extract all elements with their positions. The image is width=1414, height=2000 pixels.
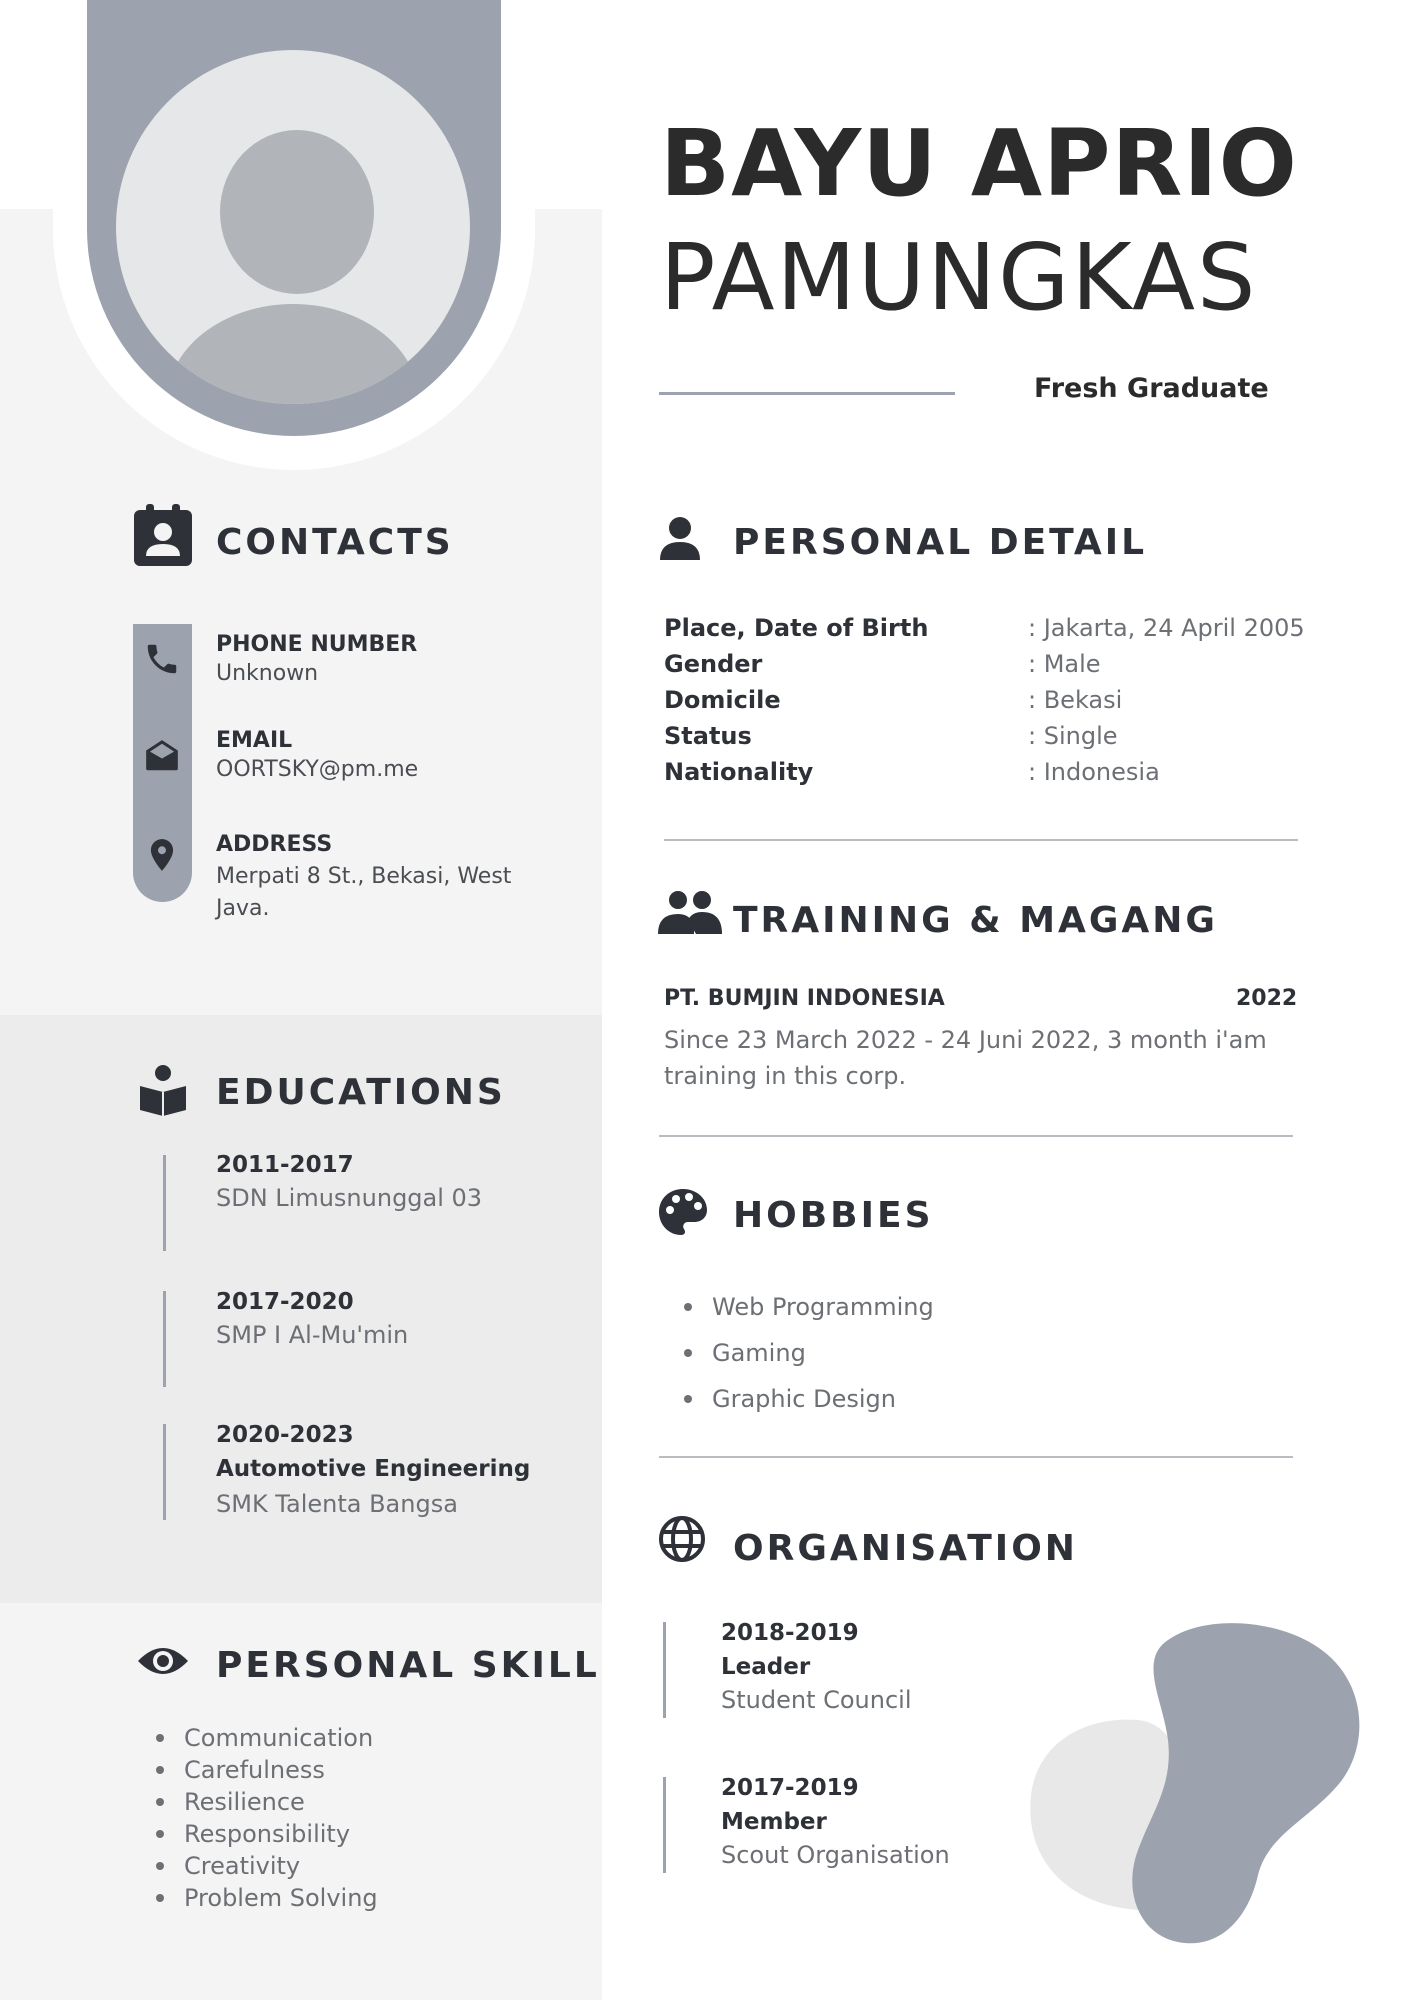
education-years: 2017-2020 — [216, 1289, 354, 1315]
detail-value: : Male — [1028, 650, 1101, 678]
timeline-line — [663, 1777, 666, 1873]
avatar-body-icon — [166, 304, 420, 404]
organisation-role: Member — [721, 1809, 827, 1835]
education-years: 2011-2017 — [216, 1152, 354, 1178]
training-company: PT. BUMJIN INDONESIA — [664, 986, 945, 1011]
first-name: BAYU APRIO — [660, 110, 1298, 217]
organisation-role: Leader — [721, 1654, 811, 1680]
globe-icon — [658, 1515, 706, 1563]
user-icon — [658, 516, 702, 560]
list-item: Creativity — [156, 1850, 378, 1882]
list-item: Web Programming — [684, 1284, 934, 1330]
organisation-name: Student Council — [721, 1686, 912, 1714]
phone-icon — [143, 640, 181, 678]
section-divider — [664, 839, 1298, 841]
contact-phone: PHONE NUMBER Unknown — [216, 632, 546, 686]
detail-key: Status — [664, 722, 752, 750]
educations-title: EDUCATIONS — [216, 1072, 506, 1113]
table-row: Gender : Male — [664, 646, 1305, 682]
users-icon — [658, 890, 722, 934]
list-item: Resilience — [156, 1786, 378, 1818]
contacts-title: CONTACTS — [216, 522, 454, 563]
job-title: Fresh Graduate — [1034, 373, 1269, 404]
contact-address: ADDRESS Merpati 8 St., Bekasi, West Java… — [216, 832, 526, 925]
contact-email: EMAIL OORTSKY@pm.me — [216, 728, 546, 782]
calendar-contact-icon — [134, 504, 192, 566]
education-school: SMP I Al-Mu'min — [216, 1321, 409, 1349]
table-row: Domicile : Bekasi — [664, 682, 1305, 718]
table-row: Status : Single — [664, 718, 1305, 754]
education-school: SMK Talenta Bangsa — [216, 1490, 458, 1518]
education-item: 2020-2023 Automotive Engineering SMK Tal… — [216, 1422, 530, 1518]
contact-label: ADDRESS — [216, 832, 333, 857]
avatar-head-icon — [220, 130, 374, 294]
list-item: Responsibility — [156, 1818, 378, 1850]
organisation-years: 2017-2019 — [721, 1775, 859, 1801]
book-reader-icon — [138, 1064, 188, 1116]
table-row: Nationality : Indonesia — [664, 754, 1305, 790]
section-divider — [659, 1456, 1293, 1458]
organisation-item: 2017-2019 Member Scout Organisation — [721, 1775, 950, 1869]
contact-label: PHONE NUMBER — [216, 632, 418, 657]
education-years: 2020-2023 — [216, 1422, 354, 1448]
contact-value: Merpati 8 St., Bekasi, West Java. — [216, 864, 512, 921]
list-item: Problem Solving — [156, 1882, 378, 1914]
timeline-line — [163, 1291, 166, 1387]
skills-title: PERSONAL SKILL — [216, 1645, 600, 1686]
detail-value: : Indonesia — [1028, 758, 1160, 786]
training-title: TRAINING & MAGANG — [733, 900, 1218, 941]
contact-label: EMAIL — [216, 728, 293, 753]
personal-detail-table: Place, Date of Birth : Jakarta, 24 April … — [664, 610, 1305, 790]
detail-key: Nationality — [664, 758, 814, 786]
table-row: Place, Date of Birth : Jakarta, 24 April … — [664, 610, 1305, 646]
organisation-years: 2018-2019 — [721, 1620, 859, 1646]
list-item: Gaming — [684, 1330, 934, 1376]
hobbies-list: Web Programming Gaming Graphic Design — [684, 1284, 934, 1422]
detail-key: Domicile — [664, 686, 781, 714]
skills-list: Communication Carefulness Resilience Res… — [156, 1722, 378, 1914]
education-item: 2017-2020 SMP I Al-Mu'min — [216, 1289, 408, 1349]
hobbies-title: HOBBIES — [733, 1195, 934, 1236]
education-school: SDN Limusnunggal 03 — [216, 1184, 483, 1212]
title-divider — [659, 392, 955, 395]
mail-icon — [143, 737, 181, 775]
timeline-line — [163, 1424, 166, 1520]
training-description: Since 23 March 2022 - 24 Juni 2022, 3 mo… — [664, 1026, 1267, 1090]
timeline-line — [163, 1155, 166, 1251]
list-item: Communication — [156, 1722, 378, 1754]
education-major: Automotive Engineering — [216, 1456, 531, 1482]
list-item: Carefulness — [156, 1754, 378, 1786]
palette-icon — [658, 1188, 708, 1236]
location-pin-icon — [143, 834, 181, 876]
decorative-blob — [1028, 1620, 1368, 1954]
detail-key: Place, Date of Birth — [664, 614, 929, 642]
education-item: 2011-2017 SDN Limusnunggal 03 — [216, 1152, 482, 1212]
section-divider — [659, 1135, 1293, 1137]
detail-value: : Jakarta, 24 April 2005 — [1028, 614, 1305, 642]
last-name: PAMUNGKAS — [660, 224, 1258, 331]
organisation-title: ORGANISATION — [733, 1528, 1078, 1569]
organisation-item: 2018-2019 Leader Student Council — [721, 1620, 912, 1714]
organisation-name: Scout Organisation — [721, 1841, 950, 1869]
avatar — [116, 50, 470, 404]
eye-icon — [136, 1643, 190, 1679]
detail-value: : Single — [1028, 722, 1118, 750]
list-item: Graphic Design — [684, 1376, 934, 1422]
contact-value: OORTSKY@pm.me — [216, 757, 419, 782]
timeline-line — [663, 1622, 666, 1718]
personal-detail-title: PERSONAL DETAIL — [733, 522, 1148, 563]
detail-key: Gender — [664, 650, 763, 678]
detail-value: : Bekasi — [1028, 686, 1123, 714]
training-year: 2022 — [1236, 986, 1298, 1011]
contact-value: Unknown — [216, 661, 319, 686]
